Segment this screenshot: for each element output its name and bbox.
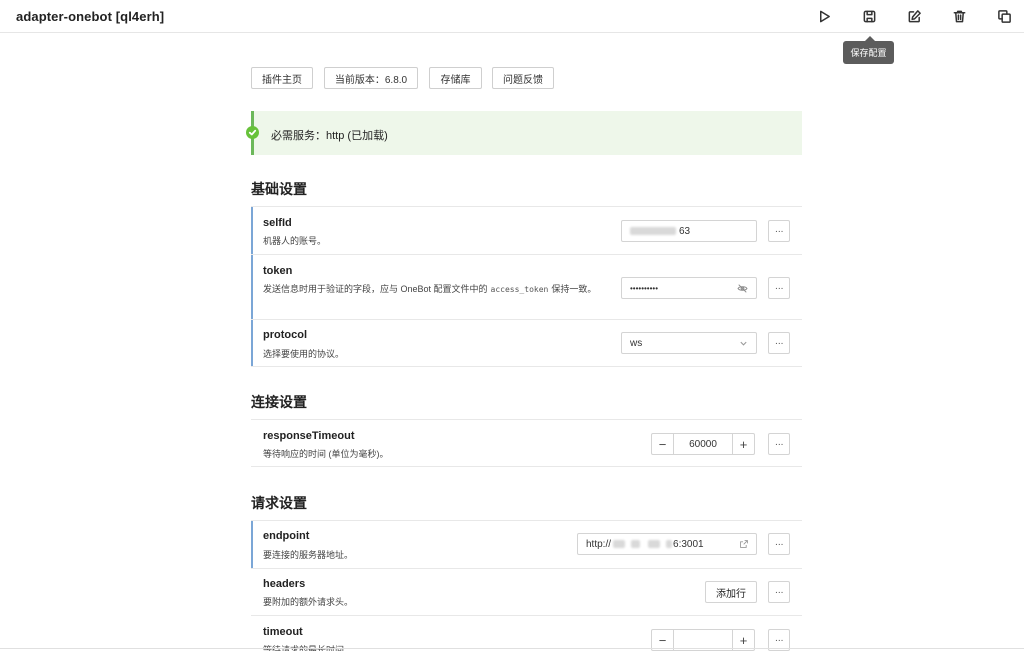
token-input[interactable]: ••••••••••: [621, 277, 757, 299]
setting-desc: 发送信息时用于验证的字段，应与 OneBot 配置文件中的 access_toke…: [263, 284, 597, 294]
decrement-button[interactable]: −: [652, 434, 674, 454]
setting-name: selfId: [263, 217, 292, 229]
setting-row-headers: headers 要附加的额外请求头。 添加行 ···: [251, 568, 802, 615]
more-button[interactable]: ···: [768, 433, 790, 455]
row-accent-bar: [251, 255, 253, 319]
setting-row-token: token 发送信息时用于验证的字段，应与 OneBot 配置文件中的 acces…: [251, 254, 802, 319]
repository-button[interactable]: 存储库: [429, 67, 482, 89]
setting-desc: 选择要使用的协议。: [263, 349, 345, 359]
response-timeout-stepper: − 60000 +: [651, 433, 755, 455]
redacted-value: [630, 227, 676, 235]
chevron-down-icon: [740, 341, 747, 346]
setting-desc: 要连接的服务器地址。: [263, 550, 354, 560]
more-button[interactable]: ···: [768, 533, 790, 555]
setting-row-selfid: selfId 机器人的账号。 63 ···: [251, 206, 802, 254]
setting-name: headers: [263, 578, 306, 590]
setting-row-endpoint: endpoint 要连接的服务器地址。 http:// 6:3001 ···: [251, 520, 802, 568]
stepper-value[interactable]: 60000: [674, 434, 732, 454]
setting-desc: 等待响应的时间 (单位为毫秒)。: [263, 449, 389, 459]
redacted-value: [631, 540, 641, 548]
alert-text: 必需服务：http (已加载): [271, 130, 388, 142]
setting-name: token: [263, 265, 293, 277]
selfid-input[interactable]: 63: [621, 220, 757, 242]
copy-icon[interactable]: [995, 7, 1013, 25]
setting-name: endpoint: [263, 530, 310, 542]
play-icon[interactable]: [815, 7, 833, 25]
external-link-icon[interactable]: [739, 539, 749, 549]
setting-name: protocol: [263, 329, 307, 341]
eye-off-icon[interactable]: [737, 283, 748, 294]
redacted-value: [648, 540, 661, 548]
decrement-button[interactable]: −: [652, 630, 674, 650]
feedback-button[interactable]: 问题反馈: [492, 67, 554, 89]
protocol-select[interactable]: ws: [621, 332, 757, 354]
more-button[interactable]: ···: [768, 277, 790, 299]
plugin-home-button[interactable]: 插件主页: [251, 67, 313, 89]
status-divider: [0, 648, 1024, 649]
endpoint-input[interactable]: http:// 6:3001: [577, 533, 757, 555]
stepper-value[interactable]: [674, 630, 732, 650]
section-title-basic: 基础设置: [251, 181, 307, 197]
setting-desc: 机器人的账号。: [263, 236, 327, 246]
redacted-value: [613, 540, 626, 548]
setting-name: timeout: [263, 626, 303, 638]
header-bar: adapter-onebot [ql4erh]: [0, 0, 1024, 33]
page-title: adapter-onebot [ql4erh]: [16, 9, 165, 24]
more-button[interactable]: ···: [768, 332, 790, 354]
row-accent-bar: [251, 320, 253, 366]
setting-row-timeout: timeout 等待请求的最长时间。 − + ···: [251, 615, 802, 651]
row-accent-bar: [251, 207, 253, 254]
setting-name: responseTimeout: [263, 430, 355, 442]
add-row-button[interactable]: 添加行: [705, 581, 757, 603]
setting-desc: 要附加的额外请求头。: [263, 597, 354, 607]
save-icon[interactable]: [860, 7, 878, 25]
setting-desc: 等待请求的最长时间。: [263, 645, 354, 651]
save-tooltip: 保存配置: [843, 36, 894, 64]
redacted-value: [666, 540, 673, 548]
edit-icon[interactable]: [905, 7, 923, 25]
trash-icon[interactable]: [950, 7, 968, 25]
version-button[interactable]: 当前版本：6.8.0: [324, 67, 418, 89]
setting-row-response-timeout: responseTimeout 等待响应的时间 (单位为毫秒)。 − 60000…: [251, 419, 802, 467]
check-circle-icon: [246, 126, 259, 139]
increment-button[interactable]: +: [732, 630, 754, 650]
increment-button[interactable]: +: [732, 434, 754, 454]
more-button[interactable]: ···: [768, 581, 790, 603]
section-title-request: 请求设置: [251, 495, 307, 511]
section-title-connection: 连接设置: [251, 394, 307, 410]
more-button[interactable]: ···: [768, 220, 790, 242]
setting-row-protocol: protocol 选择要使用的协议。 ws ···: [251, 319, 802, 367]
row-accent-bar: [251, 521, 253, 568]
